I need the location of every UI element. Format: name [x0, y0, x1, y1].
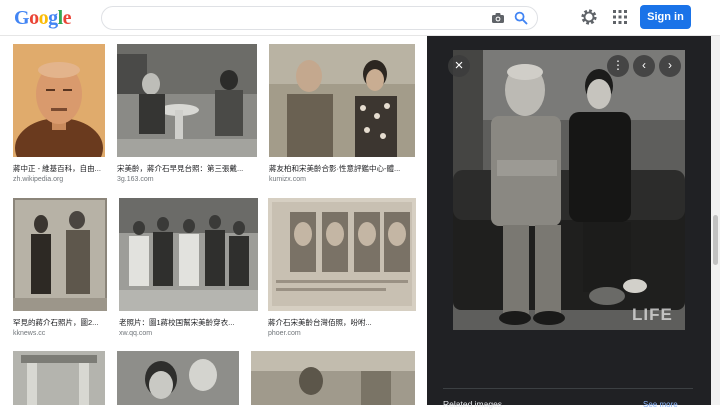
- result-caption[interactable]: 罕見的蔣介石照片，圖2...: [13, 317, 107, 328]
- image-results-grid: 蔣中正 - 維基百科，自由... zh.wikipedia.org 宋美齡，蔣介…: [0, 36, 427, 405]
- google-logo[interactable]: Google: [14, 7, 72, 30]
- gear-icon[interactable]: [580, 8, 598, 26]
- image-result[interactable]: 蔣友柏和宋美齡合影·性意評鑑中心-體... kumizx.com: [269, 44, 415, 189]
- more-options-icon[interactable]: ⋮: [607, 55, 629, 77]
- scrollbar-thumb[interactable]: [713, 215, 718, 265]
- search-input[interactable]: [112, 10, 482, 28]
- image-result[interactable]: 宋美齡，蔣介石早見台照：第三張戴... 3g.163.com: [117, 44, 257, 189]
- result-caption[interactable]: 宋美齡，蔣介石早見台照：第三張戴...: [117, 163, 257, 174]
- image-result[interactable]: 罕見的蔣介石照片，圖2... kknews.cc: [13, 198, 107, 343]
- camera-icon[interactable]: [491, 12, 505, 24]
- next-arrow-icon[interactable]: ›: [659, 55, 681, 77]
- top-bar: Google Sign in: [0, 0, 720, 36]
- image-result[interactable]: [251, 351, 415, 405]
- portrait-strip-thumbnail[interactable]: [268, 198, 416, 311]
- result-caption[interactable]: 老照片：圖1蔣校国幫宋美齡穿衣...: [119, 317, 258, 328]
- image-result[interactable]: 老照片：圖1蔣校国幫宋美齡穿衣... xw.qq.com: [119, 198, 258, 343]
- result-source: zh.wikipedia.org: [13, 176, 64, 183]
- result-caption[interactable]: 蔣友柏和宋美齡合影·性意評鑑中心-體...: [269, 163, 409, 174]
- gate-thumbnail[interactable]: [13, 351, 105, 405]
- couple-closeup-thumbnail[interactable]: [117, 351, 239, 405]
- result-source: xw.qq.com: [119, 330, 153, 337]
- life-watermark: LIFE: [632, 305, 673, 324]
- previous-arrow-icon[interactable]: ‹: [633, 55, 655, 77]
- logo-letter: g: [48, 7, 58, 29]
- result-source: kknews.cc: [13, 330, 46, 337]
- close-icon[interactable]: ×: [448, 55, 470, 77]
- search-box[interactable]: [101, 6, 538, 30]
- logo-letter: o: [38, 7, 49, 29]
- logo-letter: o: [29, 7, 39, 29]
- couple-garden-thumbnail[interactable]: [117, 44, 257, 157]
- image-result[interactable]: [13, 351, 105, 405]
- couple-standing-thumbnail[interactable]: [269, 44, 415, 157]
- image-result[interactable]: 蔣中正 - 維基百科，自由... zh.wikipedia.org: [13, 44, 105, 189]
- sign-in-button[interactable]: Sign in: [640, 5, 691, 29]
- preview-image[interactable]: [453, 50, 685, 330]
- related-images-heading: Related images: [443, 399, 503, 409]
- result-source: phoer.com: [268, 330, 301, 337]
- panel-divider: [443, 388, 693, 389]
- portrait-thumbnail[interactable]: [13, 44, 105, 157]
- image-result[interactable]: [117, 351, 239, 405]
- outdoor-scene-thumbnail[interactable]: [251, 351, 415, 405]
- logo-letter: G: [14, 7, 30, 29]
- image-result[interactable]: 蔣介石宋美齡台灣佰照，吩咐... phoer.com: [268, 198, 416, 343]
- uniform-photo-thumbnail[interactable]: [13, 198, 107, 311]
- result-caption[interactable]: 蔣介石宋美齡台灣佰照，吩咐...: [268, 317, 408, 328]
- apps-grid-icon[interactable]: [612, 9, 628, 25]
- logo-letter: e: [62, 7, 72, 29]
- result-caption[interactable]: 蔣中正 - 維基百科，自由...: [13, 163, 105, 174]
- result-source: kumizx.com: [269, 176, 306, 183]
- group-photo-thumbnail[interactable]: [119, 198, 258, 311]
- result-source: 3g.163.com: [117, 176, 154, 183]
- search-icon[interactable]: [514, 11, 528, 25]
- preview-panel: Related images See more: [427, 36, 711, 409]
